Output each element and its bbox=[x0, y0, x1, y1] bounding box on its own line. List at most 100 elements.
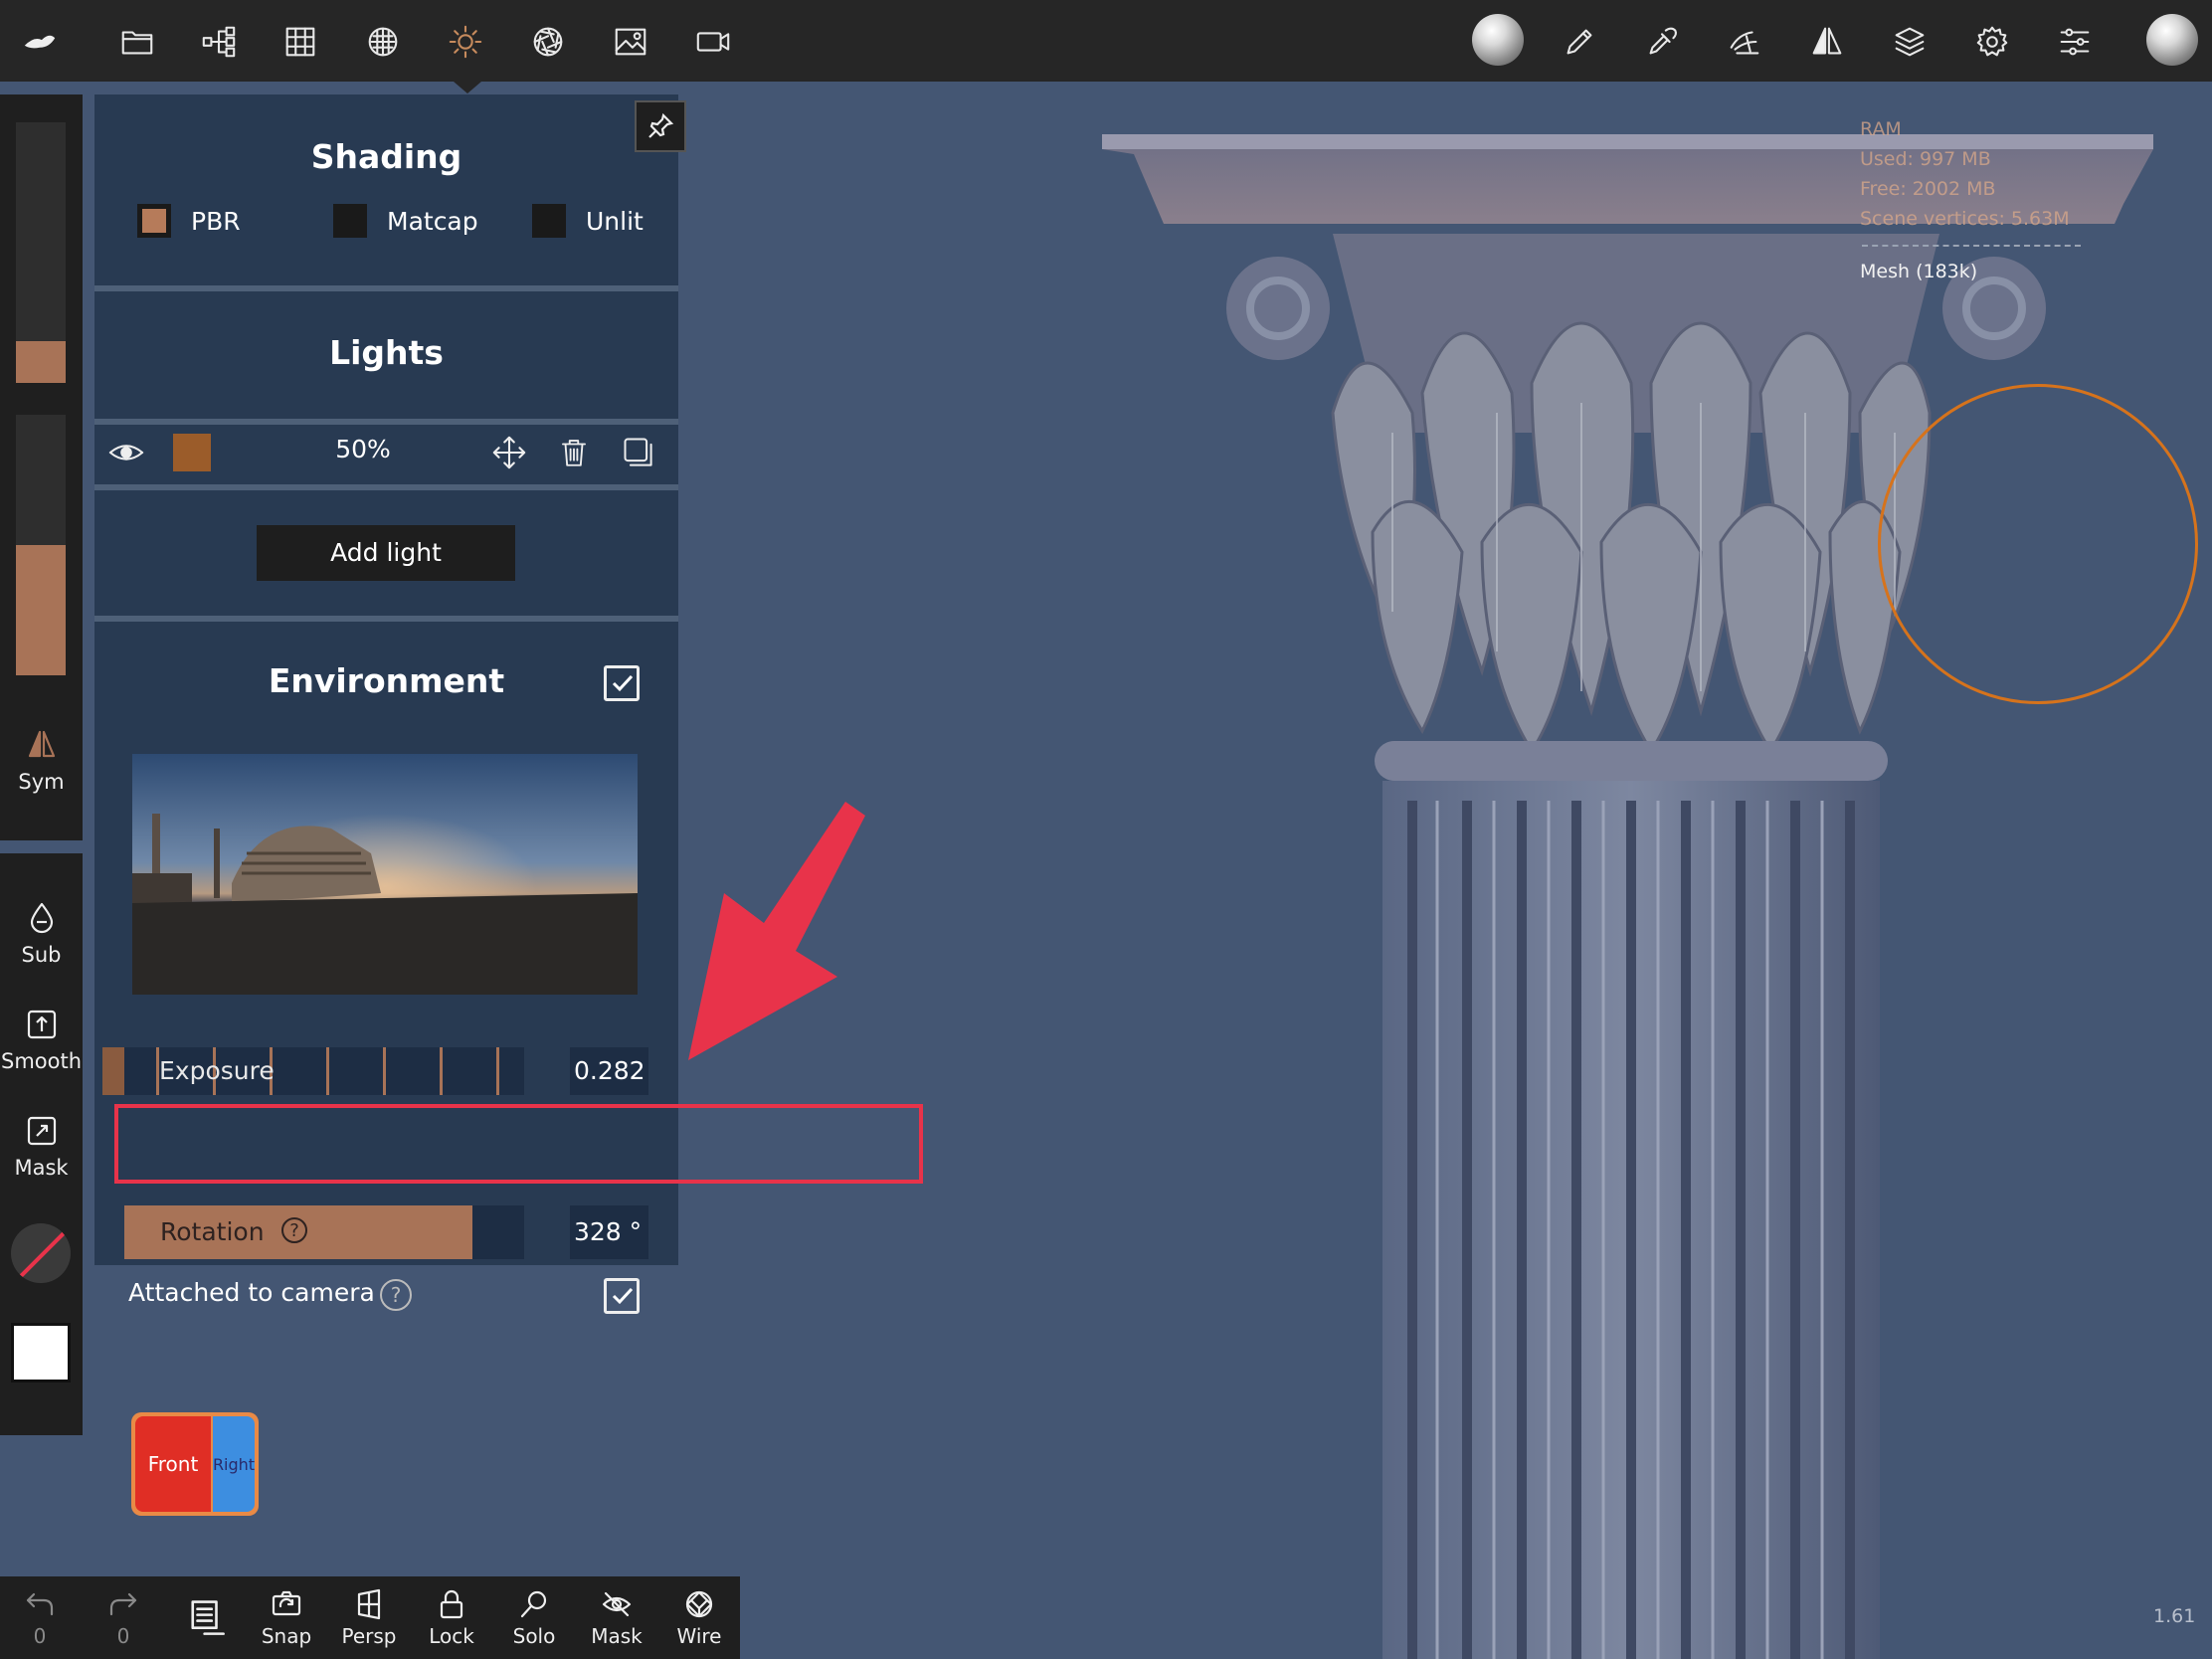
rotation-value[interactable]: 328 ° bbox=[570, 1205, 648, 1259]
top-toolbar bbox=[0, 0, 2212, 82]
light-color-swatch[interactable] bbox=[173, 434, 211, 471]
rotation-label: Rotation bbox=[160, 1217, 265, 1246]
smooth-label: Smooth bbox=[0, 1049, 83, 1073]
color-swatch[interactable] bbox=[11, 1323, 71, 1382]
eye-visibility-icon[interactable] bbox=[104, 433, 148, 472]
material-preview-ball-icon[interactable] bbox=[1472, 14, 1524, 66]
move-arrows-icon[interactable] bbox=[489, 433, 529, 472]
undo-button[interactable]: 0 bbox=[0, 1588, 80, 1648]
redo-icon bbox=[109, 1592, 137, 1616]
light-row: 50% bbox=[94, 423, 678, 482]
gesture-hand-icon[interactable] bbox=[1717, 14, 1772, 70]
scene-tree-icon[interactable] bbox=[191, 14, 247, 70]
lock-icon bbox=[440, 1589, 463, 1619]
check-icon bbox=[612, 674, 634, 692]
sub-tool[interactable]: Sub bbox=[0, 901, 83, 967]
lighting-panel: Shading PBR Matcap Unlit Lights 50% Add … bbox=[94, 94, 686, 1314]
smooth-box-icon bbox=[27, 1010, 56, 1039]
persp-label: Persp bbox=[341, 1624, 397, 1648]
mask-tool[interactable]: Mask bbox=[0, 1114, 83, 1180]
shading-option-pbr[interactable]: PBR bbox=[137, 204, 241, 238]
exposure-slider[interactable]: Exposure bbox=[102, 1047, 524, 1095]
radius-slider[interactable] bbox=[16, 122, 66, 383]
exposure-value[interactable]: 0.282 bbox=[570, 1047, 648, 1095]
brush-pen-icon[interactable] bbox=[1552, 14, 1607, 70]
symmetry-icon bbox=[28, 730, 55, 758]
matcap-radio bbox=[333, 204, 367, 238]
picker-pipette-icon[interactable] bbox=[1634, 14, 1690, 70]
version-label: 1.61 bbox=[2153, 1605, 2196, 1627]
layers-icon[interactable] bbox=[1882, 14, 1937, 70]
material-sphere-icon[interactable] bbox=[355, 14, 411, 70]
lights-title: Lights bbox=[329, 333, 444, 372]
solo-button[interactable]: Solo bbox=[494, 1588, 574, 1648]
sym-tool[interactable]: Sym bbox=[0, 728, 83, 794]
environment-checkbox[interactable] bbox=[604, 665, 640, 701]
video-camera-icon[interactable] bbox=[685, 14, 741, 70]
rotation-slider[interactable]: Rotation ? bbox=[124, 1205, 524, 1259]
symmetry-icon[interactable] bbox=[1799, 14, 1855, 70]
separator bbox=[94, 285, 678, 291]
sym-label: Sym bbox=[18, 770, 65, 794]
column-3d-model[interactable] bbox=[1094, 114, 2168, 1659]
settings-gear-icon[interactable] bbox=[1964, 14, 2020, 70]
light-intensity-value[interactable]: 50% bbox=[313, 435, 413, 463]
persp-button[interactable]: Persp bbox=[329, 1588, 409, 1648]
lighting-sun-icon[interactable] bbox=[438, 14, 493, 70]
menu-caret bbox=[454, 82, 481, 93]
folder-icon[interactable] bbox=[109, 14, 165, 70]
sub-label: Sub bbox=[21, 943, 62, 967]
unlit-radio bbox=[532, 204, 566, 238]
environment-panorama[interactable] bbox=[132, 754, 638, 995]
duplicate-icon[interactable] bbox=[619, 433, 658, 472]
snap-button[interactable]: Snap bbox=[247, 1588, 326, 1648]
add-light-button[interactable]: Add light bbox=[257, 525, 515, 581]
topology-grid-icon[interactable] bbox=[273, 14, 328, 70]
camera-aperture-icon[interactable] bbox=[520, 14, 576, 70]
undo-icon bbox=[26, 1592, 54, 1616]
shading-option-matcap[interactable]: Matcap bbox=[333, 204, 478, 238]
history-list-button[interactable] bbox=[167, 1596, 247, 1642]
intensity-slider[interactable] bbox=[16, 415, 66, 675]
smooth-tool[interactable]: Smooth bbox=[0, 1008, 83, 1073]
shading-option-unlit[interactable]: Unlit bbox=[532, 204, 644, 238]
trash-icon[interactable] bbox=[554, 433, 594, 472]
left-toolbar-bottom: Sub Smooth Mask bbox=[0, 853, 83, 1435]
view-cube[interactable]: Front Right bbox=[131, 1412, 259, 1516]
pbr-radio bbox=[137, 204, 171, 238]
lock-button[interactable]: Lock bbox=[412, 1588, 491, 1648]
separator bbox=[94, 484, 678, 490]
sliders-adjust-icon[interactable] bbox=[2047, 14, 2103, 70]
alpha-none-icon[interactable] bbox=[11, 1223, 71, 1283]
pbr-label: PBR bbox=[191, 206, 241, 236]
attached-camera-label: Attached to camera bbox=[128, 1278, 375, 1307]
mask-label: Mask bbox=[14, 1156, 69, 1180]
cube-right-face[interactable]: Right bbox=[213, 1416, 255, 1512]
bottom-toolbar: 0 0 Snap Persp Lock Solo Mask Wire bbox=[0, 1576, 740, 1659]
rotation-help-icon[interactable]: ? bbox=[281, 1217, 307, 1243]
app-logo-icon[interactable] bbox=[12, 14, 68, 70]
attached-camera-checkbox[interactable] bbox=[604, 1278, 640, 1314]
lock-label: Lock bbox=[429, 1624, 474, 1648]
perspective-grid-icon bbox=[357, 1588, 381, 1620]
exposure-label: Exposure bbox=[159, 1056, 275, 1085]
ram-label: RAM bbox=[1860, 118, 1902, 140]
wire-button[interactable]: Wire bbox=[659, 1588, 739, 1648]
scene-vertices: Scene vertices: 5.63M bbox=[1860, 208, 2070, 230]
environment-title: Environment bbox=[268, 661, 505, 700]
unlit-label: Unlit bbox=[586, 206, 644, 236]
mesh-info[interactable]: Mesh (183k) bbox=[1860, 261, 1977, 282]
image-icon[interactable] bbox=[603, 14, 658, 70]
ram-free: Free: 2002 MB bbox=[1860, 178, 1996, 200]
mask-visibility-label: Mask bbox=[591, 1624, 643, 1648]
redo-button[interactable]: 0 bbox=[84, 1588, 163, 1648]
cube-front-face[interactable]: Front bbox=[135, 1416, 211, 1512]
attached-help-icon[interactable]: ? bbox=[380, 1279, 412, 1311]
mask-visibility-button[interactable]: Mask bbox=[577, 1588, 656, 1648]
ram-used: Used: 997 MB bbox=[1860, 148, 1991, 170]
magnifier-icon bbox=[520, 1590, 547, 1618]
matcap-ball-icon[interactable] bbox=[2146, 14, 2198, 66]
wireframe-sphere-icon bbox=[685, 1590, 713, 1618]
drop-icon bbox=[30, 902, 53, 934]
history-list-icon bbox=[191, 1600, 225, 1635]
